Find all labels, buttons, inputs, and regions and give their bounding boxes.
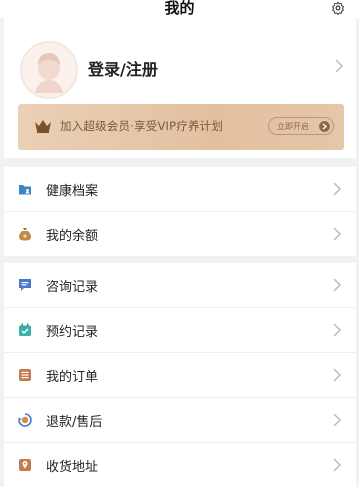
menu-group-secondary: 咨询记录 预约记录 我的订单 退款/售后 收货地址 — [4, 263, 356, 487]
menu-item-health-records[interactable]: 健康档案 — [4, 167, 356, 212]
top-bar: 我的 — [0, 0, 359, 18]
chevron-right-icon — [333, 278, 342, 292]
vip-promo-text: 加入超级会员·享受VIP疗养计划 — [60, 119, 224, 133]
page-title: 我的 — [164, 0, 195, 17]
chevron-right-icon — [333, 323, 342, 337]
chat-icon — [19, 279, 31, 291]
menu-item-balance[interactable]: 我的余额 — [4, 212, 356, 256]
list-icon — [19, 369, 31, 381]
menu-item-my-orders[interactable]: 我的订单 — [4, 353, 356, 398]
menu-group-primary: 健康档案 我的余额 — [4, 167, 356, 256]
calendar-check-icon — [19, 323, 31, 336]
menu-item-label: 预约记录 — [46, 325, 99, 340]
menu-item-label: 咨询记录 — [46, 280, 99, 295]
vip-banner[interactable]: 加入超级会员·享受VIP疗养计划 立即开启 — [18, 104, 344, 150]
menu-item-label: 退款/售后 — [46, 415, 103, 430]
folder-icon — [19, 185, 31, 195]
arrow-right-icon — [319, 121, 330, 132]
menu-item-label: 我的余额 — [46, 229, 99, 244]
chevron-right-icon — [333, 182, 342, 196]
chevron-right-icon[interactable] — [334, 59, 344, 73]
chevron-right-icon — [333, 227, 342, 241]
menu-item-label: 我的订单 — [46, 370, 99, 385]
user-avatar-icon — [35, 53, 63, 93]
money-bag-icon — [19, 228, 31, 241]
avatar[interactable] — [20, 41, 78, 99]
chevron-right-icon — [333, 368, 342, 382]
login-register-link[interactable]: 登录/注册 — [88, 56, 158, 80]
vip-open-button[interactable]: 立即开启 — [268, 117, 334, 135]
refund-icon — [18, 413, 32, 427]
menu-item-consultation-records[interactable]: 咨询记录 — [4, 263, 356, 308]
chevron-right-icon — [333, 413, 342, 427]
crown-icon — [35, 120, 51, 133]
menu-item-appointment-records[interactable]: 预约记录 — [4, 308, 356, 353]
vip-open-label: 立即开启 — [277, 122, 309, 131]
profile-card: 登录/注册 加入超级会员·享受VIP疗养计划 立即开启 — [4, 18, 356, 158]
menu-item-shipping-address[interactable]: 收货地址 — [4, 443, 356, 487]
menu-item-label: 健康档案 — [46, 184, 99, 199]
settings-gear-icon[interactable] — [331, 1, 345, 15]
menu-item-refund-after-sales[interactable]: 退款/售后 — [4, 398, 356, 443]
menu-item-label: 收货地址 — [46, 460, 99, 475]
